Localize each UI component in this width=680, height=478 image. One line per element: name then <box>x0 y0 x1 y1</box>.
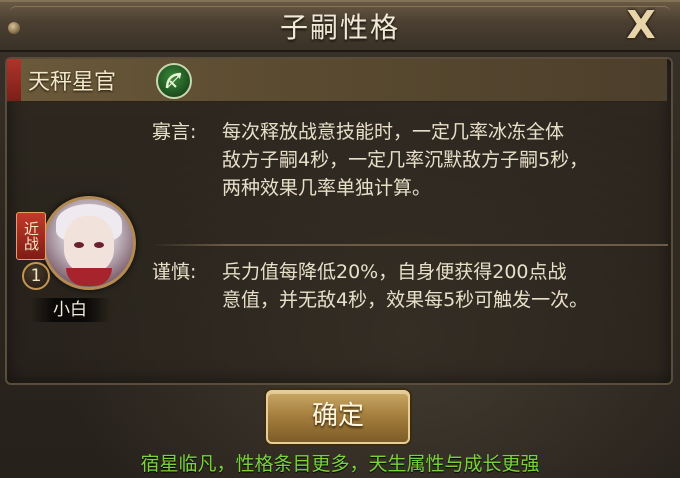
personality-desc-1-line-3: 两种效果几率单独计算。 <box>222 177 432 199</box>
title-bar: 子嗣性格 X <box>0 0 680 52</box>
hero-type-tag: 近战 <box>16 212 46 260</box>
hero-level-badge: 1 <box>22 262 50 290</box>
personality-desc-1: 每次释放战意技能时，一定几率冰冻全体 敌方子嗣4秒，一定几率沉默敌方子嗣5秒， … <box>222 118 588 202</box>
promo-text: 宿星临凡，性格条目更多，天生属性与成长更强 <box>140 453 540 475</box>
personality-label-2: 谨慎: <box>152 261 197 283</box>
avatar-eye-right <box>94 242 104 248</box>
hero-avatar[interactable]: 近战 1 <box>16 188 136 298</box>
trait-name: 天秤星官 <box>28 70 117 95</box>
child-personality-dialog: 子嗣性格 X 天秤星官 寡言: 每次释放战意技能时，一定几率冰冻全体 敌方子嗣4… <box>0 0 680 478</box>
personality-desc-1-line-2: 敌方子嗣4秒，一定几率沉默敌方子嗣5秒， <box>222 149 589 171</box>
banner-accent <box>7 59 21 101</box>
avatar-eye-left <box>74 242 84 248</box>
bow-glyph-icon <box>165 72 182 89</box>
close-button[interactable]: X <box>612 3 670 47</box>
avatar-face <box>64 216 114 272</box>
personality-label-1: 寡言: <box>152 121 197 143</box>
dialog-title: 子嗣性格 <box>279 11 400 44</box>
personality-desc-2-line-2: 意值，并无敌4秒，效果每5秒可触发一次。 <box>222 289 589 311</box>
personality-desc-1-line-1: 每次释放战意技能时，一定几率冰冻全体 <box>222 121 565 143</box>
divider <box>150 244 668 246</box>
personality-desc-2: 兵力值每降低20%，自身便获得200点战 意值，并无敌4秒，效果每5秒可触发一次… <box>222 258 588 314</box>
hero-name: 小白 <box>30 298 110 322</box>
personality-desc-2-line-1: 兵力值每降低20%，自身便获得200点战 <box>222 261 567 283</box>
confirm-button[interactable]: 确定 <box>266 390 410 444</box>
bow-icon <box>156 63 192 99</box>
